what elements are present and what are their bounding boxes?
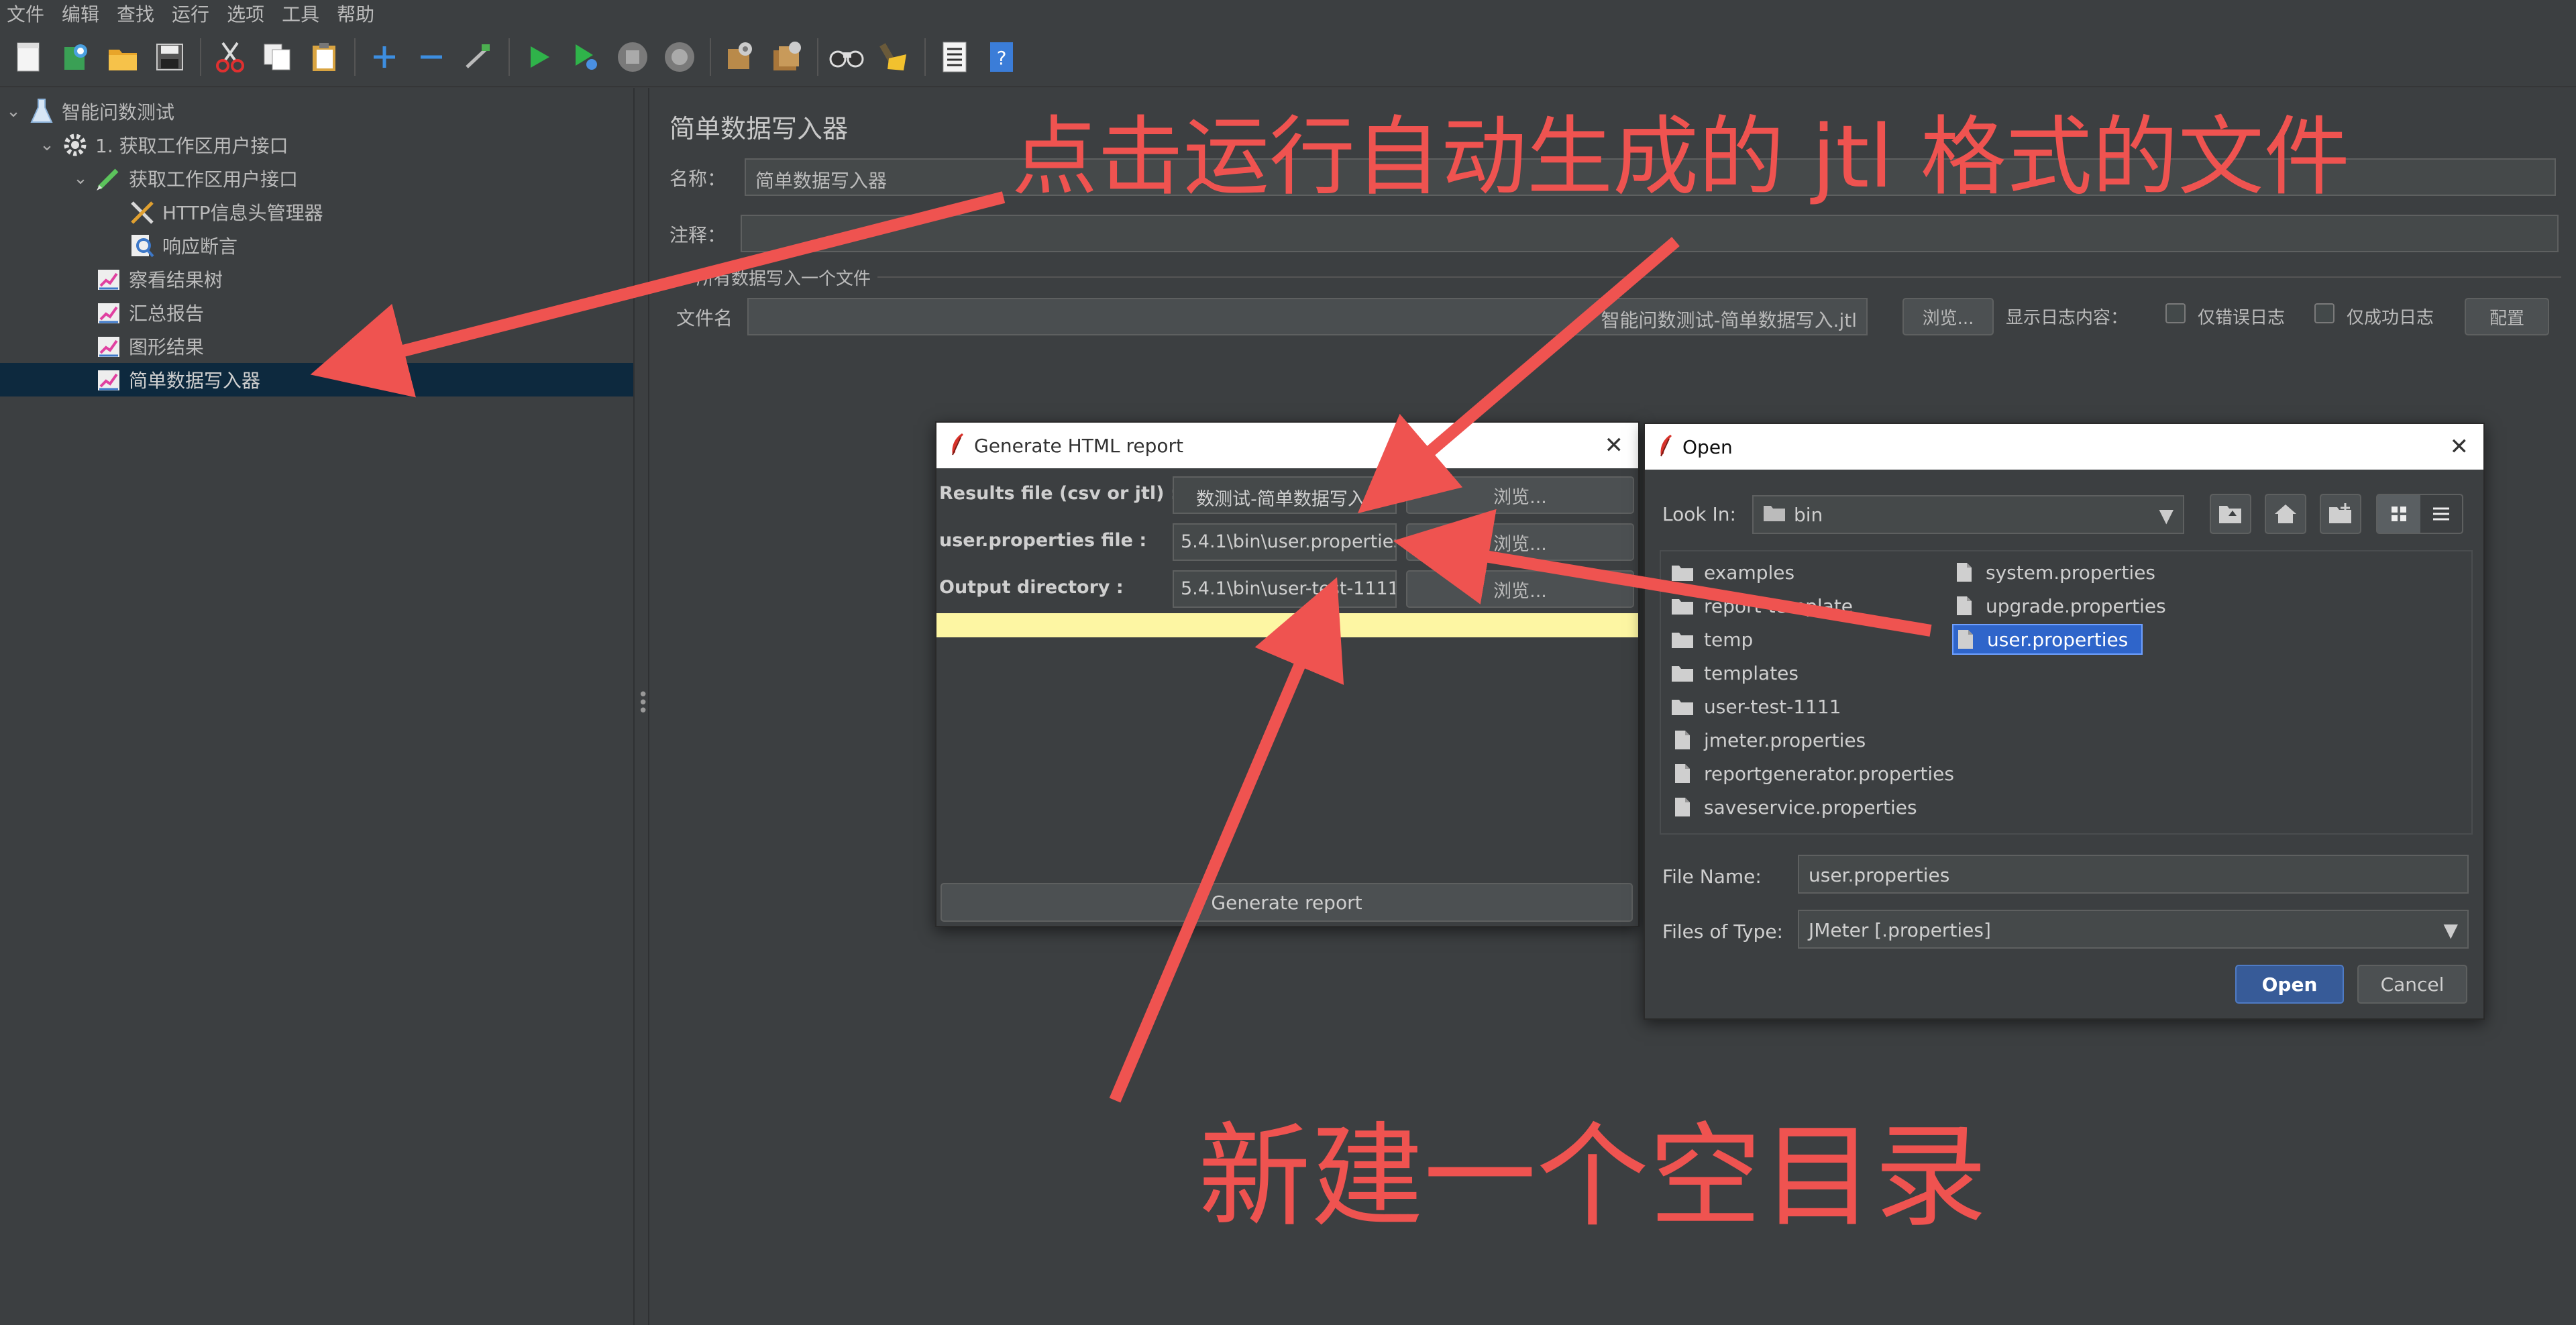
annotation-bottom-text: 新建一个空目录 [1198,1111,1987,1242]
arrow-to-user-properties-field [1393,509,1932,637]
arrow-to-simple-data-writer [310,191,1006,398]
annotation-top-text: 点击运行自动生成的 jtl 格式的文件 [1012,107,2350,207]
arrow-to-output-directory [1109,577,1344,1103]
arrow-to-results-file [1357,237,1680,514]
